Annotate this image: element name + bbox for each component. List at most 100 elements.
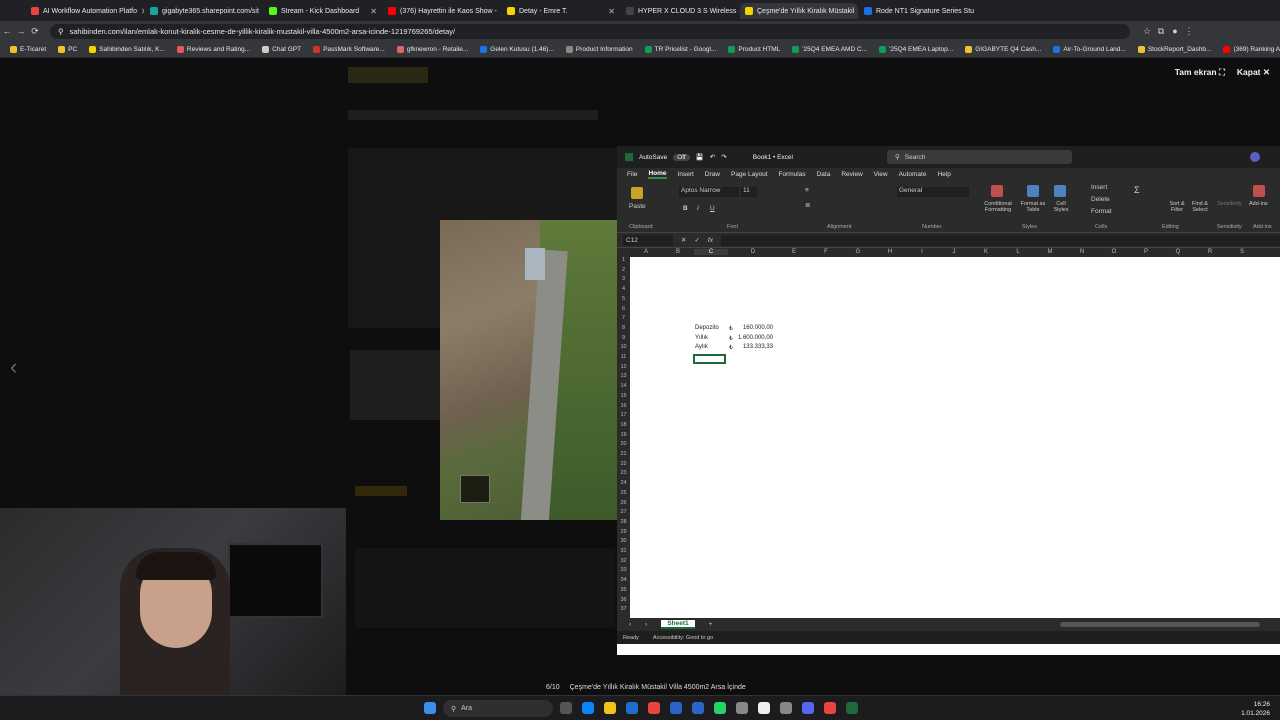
find-select-button[interactable]: Find & Select	[1190, 201, 1210, 213]
account-avatar[interactable]	[1250, 152, 1260, 162]
bookmark-item[interactable]: (369) Ranking ALL 3...	[1223, 45, 1280, 53]
name-box[interactable]: C12	[623, 234, 673, 246]
row-header[interactable]: 30	[617, 538, 630, 544]
column-header[interactable]: C	[694, 249, 728, 255]
row-header[interactable]: 12	[617, 364, 630, 370]
sensitivity-button[interactable]: Sensitivity	[1217, 201, 1242, 207]
column-header[interactable]: B	[662, 249, 694, 255]
profile-icon[interactable]: ●	[1168, 26, 1182, 36]
app-icon[interactable]	[780, 702, 792, 714]
column-header[interactable]: P	[1130, 249, 1162, 255]
row-header[interactable]: 16	[617, 403, 630, 409]
bookmark-item[interactable]: '25Q4 EMEA AMD C...	[792, 45, 867, 53]
row-header[interactable]: 35	[617, 587, 630, 593]
excel-taskbar-icon[interactable]	[846, 702, 858, 714]
paste-icon[interactable]	[631, 187, 643, 199]
row-header[interactable]: 37	[617, 606, 630, 612]
bookmark-item[interactable]: E-Ticaret	[10, 45, 46, 53]
paste-button[interactable]: Paste	[629, 203, 646, 210]
column-header[interactable]: J	[938, 249, 970, 255]
autosum-icon[interactable]: Σ	[1134, 185, 1140, 195]
cell-value[interactable]: 133.333,33	[729, 344, 773, 350]
enter-icon[interactable]: ✓	[694, 236, 699, 244]
browser-tab[interactable]: Çeşme'de Yıllık Kiralık Müstakil✕	[740, 3, 858, 19]
ribbon-tab[interactable]: Help	[937, 171, 950, 178]
column-header[interactable]: Q	[1162, 249, 1194, 255]
column-header[interactable]: R	[1194, 249, 1226, 255]
word-icon[interactable]	[670, 702, 682, 714]
column-header[interactable]: N	[1066, 249, 1098, 255]
column-header[interactable]: L	[1002, 249, 1034, 255]
system-clock[interactable]: 16:26 1.01.2026	[1241, 700, 1270, 718]
font-name-select[interactable]: Aptos Narrow	[679, 187, 739, 197]
bookmark-item[interactable]: TR Pricelist - Googl...	[644, 45, 716, 53]
browser-tab[interactable]: HYPER X CLOUD 3 S Wireless -✕	[621, 3, 739, 19]
browser-tab[interactable]: (376) Hayrettin ile Kaos Show -✕	[383, 3, 501, 19]
italic-button[interactable]: I	[697, 205, 699, 212]
tab-close-icon[interactable]: ✕	[370, 7, 377, 16]
close-button[interactable]: Kapat ✕	[1237, 67, 1270, 78]
row-header[interactable]: 32	[617, 558, 630, 564]
selected-cell-c12[interactable]	[693, 354, 726, 364]
search-box[interactable]: ⚲ Search	[887, 150, 1072, 164]
reload-icon[interactable]: ⟳	[28, 26, 42, 37]
ribbon-tab[interactable]: Data	[817, 171, 831, 178]
bookmark-item[interactable]: Product Information	[565, 45, 633, 53]
chrome-profile-icon[interactable]	[824, 702, 836, 714]
fullscreen-button[interactable]: Tam ekran ⛶	[1175, 67, 1225, 78]
back-icon[interactable]: ←	[0, 26, 14, 36]
sort-filter-button[interactable]: Sort & Filter	[1167, 201, 1187, 213]
ribbon-tab[interactable]: Home	[648, 170, 667, 179]
row-header[interactable]: 2	[617, 267, 630, 273]
listing-photo[interactable]	[440, 220, 618, 520]
tab-close-icon[interactable]: ✕	[608, 7, 615, 16]
row-header[interactable]: 9	[617, 335, 630, 341]
task-view-icon[interactable]	[560, 702, 572, 714]
column-header[interactable]: D	[728, 249, 778, 255]
ribbon-tab[interactable]: Review	[841, 171, 862, 178]
bookmark-item[interactable]: Air-To-Ground Land...	[1053, 45, 1126, 53]
sheet-tab[interactable]: Sheet1	[661, 620, 695, 629]
format-as-table-button[interactable]: Format as Table	[1017, 201, 1049, 213]
delete-cells-button[interactable]: Delete	[1091, 196, 1110, 203]
horizontal-scrollbar[interactable]	[1060, 622, 1260, 627]
row-header[interactable]: 3	[617, 276, 630, 282]
column-header[interactable]: E	[778, 249, 810, 255]
worksheet-grid[interactable]: ABCDEFGHIJKLMNOPQRS 1 2 3 4 5 6 7 8 9 10 11 12 13 14 1…	[617, 248, 1280, 618]
cell-label[interactable]: Aylık	[695, 344, 708, 350]
conditional-formatting-icon[interactable]	[991, 185, 1003, 197]
row-header[interactable]: 28	[617, 519, 630, 525]
row-header[interactable]: 26	[617, 500, 630, 506]
row-header[interactable]: 18	[617, 422, 630, 428]
fx-icon[interactable]: fx	[708, 237, 713, 244]
star-icon[interactable]: ☆	[1140, 26, 1154, 37]
row-header[interactable]: 33	[617, 567, 630, 573]
bookmark-item[interactable]: StockReport_Dashb...	[1137, 45, 1211, 53]
row-header[interactable]: 22	[617, 461, 630, 467]
ribbon-tab[interactable]: Automate	[899, 171, 927, 178]
browser-tab[interactable]: Rode NT1 Signature Series Stu✕	[859, 3, 977, 19]
column-header[interactable]: K	[970, 249, 1002, 255]
format-as-table-icon[interactable]	[1027, 185, 1039, 197]
column-header[interactable]: O	[1098, 249, 1130, 255]
cell-styles-icon[interactable]	[1054, 185, 1066, 197]
column-header[interactable]: H	[874, 249, 906, 255]
underline-button[interactable]: U	[710, 205, 715, 212]
file-explorer-icon[interactable]	[604, 702, 616, 714]
notion-icon[interactable]	[758, 702, 770, 714]
taskbar-search[interactable]: ⚲ Ara	[443, 700, 553, 717]
row-header[interactable]: 10	[617, 344, 630, 350]
bookmark-item[interactable]: Chat GPT	[262, 45, 301, 53]
add-ins-button[interactable]: Add-ins	[1249, 201, 1268, 207]
autosave-toggle[interactable]: Off	[673, 153, 690, 161]
conditional-formatting-button[interactable]: Conditional Formatting	[979, 201, 1017, 213]
row-header[interactable]: 15	[617, 393, 630, 399]
add-sheet-icon[interactable]: +	[709, 621, 713, 628]
column-header[interactable]: A	[630, 249, 662, 255]
row-header[interactable]: 20	[617, 441, 630, 447]
column-header[interactable]: F	[810, 249, 842, 255]
browser-tab[interactable]: Stream - Kick Dashboard ✕	[264, 3, 382, 19]
row-header[interactable]: 23	[617, 470, 630, 476]
cell-value[interactable]: 1.600.000,00	[729, 335, 773, 341]
row-header[interactable]: 17	[617, 412, 630, 418]
